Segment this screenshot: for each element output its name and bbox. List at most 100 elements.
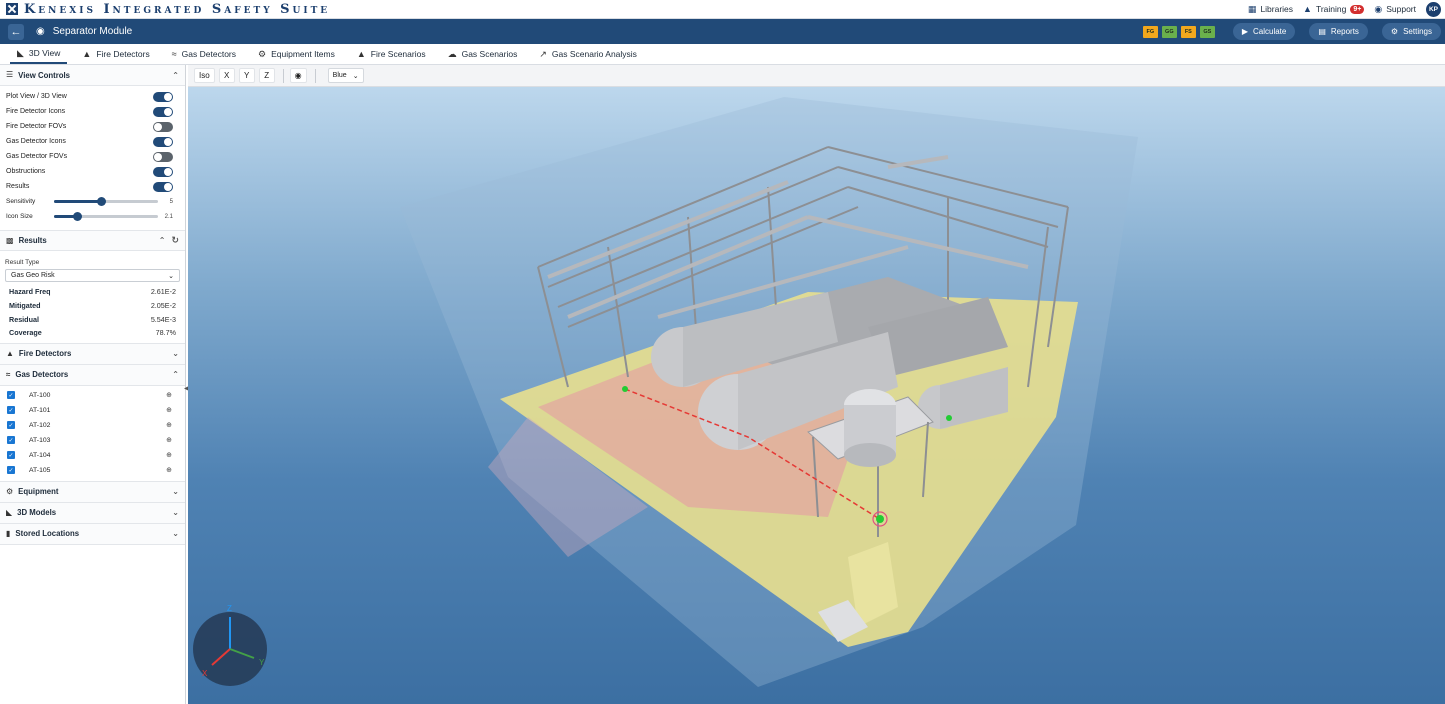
results-toggle[interactable] <box>153 181 173 192</box>
detector-checkbox[interactable]: ✓ <box>7 391 15 400</box>
locate-icon[interactable]: ⊕ <box>166 436 172 444</box>
locate-icon[interactable]: ⊕ <box>166 406 172 414</box>
fire-detector-fovs-toggle[interactable] <box>153 121 173 132</box>
color-scheme-select[interactable]: Blue ⌄ <box>327 68 364 83</box>
view-y-button[interactable]: Y <box>238 68 255 83</box>
plot-view-toggle[interactable] <box>153 91 173 102</box>
tab-label: Fire Scenarios <box>370 49 426 59</box>
slider-label: Sensitivity <box>6 198 36 205</box>
badge-gs[interactable]: GS <box>1199 25 1215 38</box>
reports-button[interactable]: ▤ Reports <box>1309 23 1368 40</box>
refresh-icon[interactable]: ↻ <box>171 235 179 246</box>
tab-label: Equipment Items <box>271 49 335 59</box>
badge-fs[interactable]: FS <box>1180 25 1196 38</box>
toggle-label: Obstructions <box>6 168 46 175</box>
gas-detector-marker[interactable] <box>876 515 884 523</box>
chevron-down-icon[interactable]: ⌄ <box>172 508 179 517</box>
training-notification-badge: 9+ <box>1350 4 1365 14</box>
detector-checkbox[interactable]: ✓ <box>7 451 15 460</box>
detector-name: AT-104 <box>29 451 51 459</box>
chevron-up-icon[interactable]: ⌃ <box>159 236 166 245</box>
metric-residual: Residual 5.54E-3 <box>5 312 180 326</box>
tab-gas-scenario-analysis[interactable]: ↗ Gas Scenario Analysis <box>532 44 644 64</box>
tab-gas-scenarios[interactable]: ☁ Gas Scenarios <box>441 44 525 64</box>
slider-value: 5 <box>169 198 173 205</box>
equipment-header[interactable]: ⚙ Equipment ⌄ <box>0 481 185 503</box>
view-z-button[interactable]: Z <box>258 68 275 83</box>
locate-icon[interactable]: ⊕ <box>166 451 172 459</box>
view-iso-button[interactable]: Iso <box>194 68 215 83</box>
chevron-down-icon[interactable]: ⌄ <box>172 349 179 358</box>
chevron-down-icon[interactable]: ⌄ <box>172 487 179 496</box>
sensitivity-slider[interactable] <box>54 197 158 206</box>
view-x-button[interactable]: X <box>218 68 235 83</box>
stored-locations-header[interactable]: ▮ Stored Locations ⌄ <box>0 523 185 545</box>
fire-detectors-header[interactable]: ▲ Fire Detectors ⌄ <box>0 343 185 365</box>
detector-checkbox[interactable]: ✓ <box>7 436 15 445</box>
chevron-up-icon[interactable]: ⌃ <box>172 71 179 80</box>
calculate-button[interactable]: ▶ Calculate <box>1232 23 1296 40</box>
kenexis-logo-icon <box>6 3 18 15</box>
gas-detector-fovs-toggle[interactable] <box>153 151 173 162</box>
bookmark-icon: ▮ <box>6 528 11 538</box>
training-label: Training <box>1315 4 1347 14</box>
chevron-up-icon[interactable]: ⌃ <box>172 370 179 379</box>
result-type-select[interactable]: Gas Geo Risk ⌄ <box>5 269 180 282</box>
printer-icon: ▤ <box>1318 27 1326 36</box>
badge-fg[interactable]: FG <box>1142 25 1158 38</box>
toggle-row-plot-view: Plot View / 3D View <box>0 89 185 104</box>
detector-checkbox[interactable]: ✓ <box>7 466 15 475</box>
locate-icon[interactable]: ⊕ <box>166 466 172 474</box>
back-button[interactable]: ← <box>8 23 24 40</box>
settings-label: Settings <box>1403 27 1432 36</box>
locate-icon[interactable]: ⊕ <box>166 421 172 429</box>
libraries-link[interactable]: ▦ Libraries <box>1248 4 1293 14</box>
screenshot-button[interactable]: ◉ <box>289 68 307 83</box>
gas-detector-marker[interactable] <box>946 415 952 421</box>
toggle-row-gas-detector-fovs: Gas Detector FOVs <box>0 149 185 164</box>
metric-label: Coverage <box>9 328 42 338</box>
detector-name: AT-102 <box>29 421 51 429</box>
training-link[interactable]: ▲ Training 9+ <box>1303 4 1365 14</box>
3d-scene[interactable]: Z X Y <box>188 87 1445 704</box>
detector-checkbox[interactable]: ✓ <box>7 421 15 430</box>
tab-fire-detectors[interactable]: ▲ Fire Detectors <box>75 44 156 64</box>
3d-models-header[interactable]: ◣ 3D Models ⌄ <box>0 502 185 524</box>
tab-equipment-items[interactable]: ⚙ Equipment Items <box>251 44 342 64</box>
fire-detector-icons-toggle[interactable] <box>153 106 173 117</box>
results-header[interactable]: ▩ Results ⌃ ↻ <box>0 230 185 251</box>
gas-detectors-header[interactable]: ≈ Gas Detectors ⌃ <box>0 364 185 386</box>
badge-gg[interactable]: GG <box>1161 25 1177 38</box>
axis-gizmo[interactable]: Z X Y <box>193 604 267 686</box>
vertical-vessel-bottom <box>844 443 896 467</box>
gas-detector-icons-toggle[interactable] <box>153 136 173 147</box>
brand: Kenexis Integrated Safety Suite <box>6 2 330 17</box>
locate-icon[interactable]: ⊕ <box>166 391 172 399</box>
obstructions-toggle[interactable] <box>153 166 173 177</box>
settings-button[interactable]: ⚙ Settings <box>1381 23 1441 40</box>
3d-viewport[interactable]: Iso X Y Z ◉ Blue ⌄ Z X Y <box>188 65 1445 704</box>
cube-icon: ◣ <box>6 507 13 517</box>
metric-label: Hazard Freq <box>9 287 51 297</box>
tab-gas-detectors[interactable]: ≈ Gas Detectors <box>165 44 243 64</box>
detector-checkbox[interactable]: ✓ <box>7 406 15 415</box>
tab-label: Gas Scenario Analysis <box>551 49 637 59</box>
support-link[interactable]: ◉ Support <box>1374 4 1416 14</box>
section-title: Gas Detectors <box>15 370 69 380</box>
tab-3d-view[interactable]: ◣ 3D View <box>10 44 68 64</box>
tab-label: Fire Detectors <box>96 49 150 59</box>
icon-size-slider[interactable] <box>54 212 158 221</box>
x-axis-label: X <box>202 669 208 678</box>
gas-detector-marker[interactable] <box>622 386 628 392</box>
calculate-label: Calculate <box>1252 27 1287 36</box>
tab-fire-scenarios[interactable]: ▲ Fire Scenarios <box>350 44 433 64</box>
slider-thumb[interactable] <box>96 197 106 206</box>
chevron-down-icon[interactable]: ⌄ <box>172 529 179 538</box>
tab-label: Gas Detectors <box>181 49 236 59</box>
result-type-value: Gas Geo Risk <box>11 272 55 279</box>
slider-thumb[interactable] <box>72 212 82 221</box>
gas-detector-icon: ≈ <box>6 369 11 379</box>
view-controls-header[interactable]: ☰ View Controls ⌃ <box>0 65 185 86</box>
user-avatar[interactable]: KP <box>1426 1 1441 17</box>
result-type-label: Result Type <box>5 259 40 266</box>
